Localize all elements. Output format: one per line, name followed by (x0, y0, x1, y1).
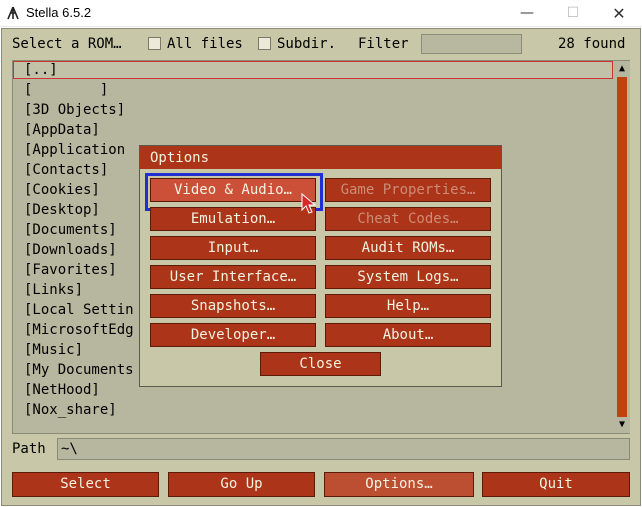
emulation-button[interactable]: Emulation… (150, 207, 316, 231)
list-item[interactable]: [ ] (24, 82, 108, 98)
close-window-button[interactable]: ✕ (596, 0, 642, 27)
dialog-close-button[interactable]: Close (260, 352, 381, 376)
filter-label: Filter (358, 36, 409, 52)
stella-logo-icon (7, 6, 19, 20)
list-item[interactable]: [Links] (24, 282, 83, 298)
system-logs-button[interactable]: System Logs… (325, 265, 491, 289)
list-item[interactable]: [Documents] (24, 222, 117, 238)
found-count: 28 found (558, 36, 626, 52)
scroll-up-arrow-icon[interactable]: ▲ (614, 61, 630, 77)
subdir-label: Subdir. (277, 36, 337, 52)
scroll-down-arrow-icon[interactable]: ▼ (614, 417, 630, 433)
list-item[interactable]: [Cookies] (24, 182, 100, 198)
path-value: ~\ (61, 441, 78, 457)
list-item[interactable]: [Desktop] (24, 202, 100, 218)
audit-roms-button[interactable]: Audit ROMs… (325, 236, 491, 260)
list-item[interactable]: [Application (24, 142, 125, 158)
list-item[interactable]: [Local Settin (24, 302, 134, 318)
filter-input[interactable] (421, 34, 522, 54)
all-files-label: All files (167, 36, 243, 52)
user-interface-button[interactable]: User Interface… (150, 265, 316, 289)
snapshots-button[interactable]: Snapshots… (150, 294, 316, 318)
dialog-title: Options (150, 150, 210, 166)
path-label: Path (12, 441, 46, 457)
help-button[interactable]: Help… (325, 294, 491, 318)
window-title: Stella 6.5.2 (26, 5, 92, 20)
list-item[interactable]: [Nox_share] (24, 402, 117, 418)
selected-row-highlight (13, 61, 613, 79)
list-item[interactable]: [..] (24, 62, 58, 78)
list-item[interactable]: [3D Objects] (24, 102, 125, 118)
cheat-codes-button[interactable]: Cheat Codes… (325, 207, 491, 231)
game-properties-button[interactable]: Game Properties… (325, 178, 491, 202)
developer-button[interactable]: Developer… (150, 323, 316, 347)
go-up-button[interactable]: Go Up (168, 472, 315, 497)
minimize-button[interactable]: — (504, 0, 550, 27)
select-button[interactable]: Select (12, 472, 159, 497)
scrollbar-thumb[interactable] (617, 77, 627, 417)
all-files-checkbox[interactable] (148, 37, 161, 50)
options-button[interactable]: Options… (324, 472, 474, 497)
list-item[interactable]: [My Documents (24, 362, 134, 378)
mouse-pointer-icon (301, 193, 317, 214)
path-input[interactable] (57, 438, 630, 460)
select-rom-label: Select a ROM… (12, 36, 122, 52)
about-button[interactable]: About… (325, 323, 491, 347)
video-audio-button[interactable]: Video & Audio… (150, 178, 316, 202)
list-item[interactable]: [AppData] (24, 122, 100, 138)
list-item[interactable]: [NetHood] (24, 382, 100, 398)
list-item[interactable]: [MicrosoftEdg (24, 322, 134, 338)
list-item[interactable]: [Favorites] (24, 262, 117, 278)
maximize-button[interactable]: ☐ (550, 0, 596, 27)
input-button[interactable]: Input… (150, 236, 316, 260)
list-item[interactable]: [Music] (24, 342, 83, 358)
quit-button[interactable]: Quit (482, 472, 630, 497)
subdir-checkbox[interactable] (258, 37, 271, 50)
list-item[interactable]: [Downloads] (24, 242, 117, 258)
list-item[interactable]: [Contacts] (24, 162, 108, 178)
